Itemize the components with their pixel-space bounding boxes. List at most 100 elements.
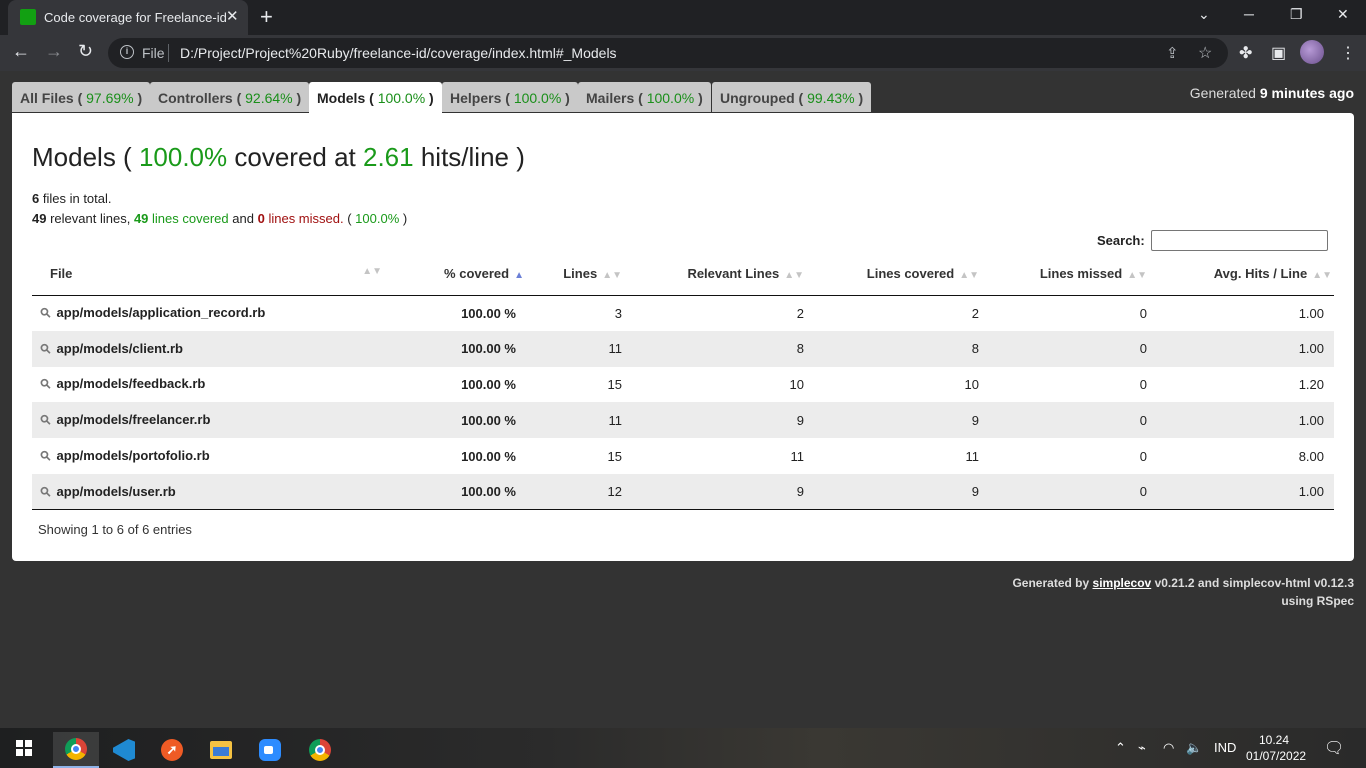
side-panel-icon[interactable]: ▣: [1271, 43, 1286, 63]
search-input[interactable]: [1151, 230, 1328, 251]
header-lines-covered[interactable]: Lines covered ▲▼: [814, 253, 989, 296]
tab-mailers[interactable]: Mailers ( 100.0% ): [578, 82, 711, 112]
cell-lines-missed: 0: [989, 402, 1157, 439]
tab-all-files[interactable]: All Files ( 97.69% ): [12, 82, 151, 112]
file-link[interactable]: ⚲ app/models/user.rb: [32, 473, 388, 511]
clock-date: 01/07/2022: [1246, 749, 1307, 763]
lines-summary: 49 relevant lines, 49 lines covered and …: [32, 211, 408, 226]
url-separator: [168, 44, 169, 62]
cell-lines-missed: 0: [989, 438, 1157, 474]
url-text[interactable]: D:/Project/Project%20Ruby/freelance-id/c…: [180, 45, 617, 61]
tab-helpers[interactable]: Helpers ( 100.0% ): [442, 82, 578, 112]
browser-toolbar: ← → ↻ i File D:/Project/Project%20Ruby/f…: [0, 35, 1366, 71]
cell-avg-hits: 8.00: [1157, 438, 1334, 474]
file-link[interactable]: ⚲ app/models/application_record.rb: [32, 295, 388, 331]
cell-lines: 15: [534, 366, 632, 403]
restore-icon[interactable]: ❐: [1290, 6, 1303, 23]
files-text: files in total.: [42, 191, 112, 206]
language-indicator[interactable]: IND: [1214, 740, 1236, 755]
sort-icon: ▲▼: [362, 266, 382, 278]
missed-text: lines missed.: [268, 211, 344, 226]
menu-icon[interactable]: ⋮: [1340, 43, 1356, 63]
tab-pct: 100.0%: [646, 90, 695, 106]
file-link[interactable]: ⚲ app/models/freelancer.rb: [32, 402, 388, 439]
close-window-icon[interactable]: ✕: [1337, 6, 1349, 23]
tray-chevron-up-icon[interactable]: ⌃: [1115, 740, 1126, 756]
taskbar-zoom[interactable]: [247, 732, 293, 768]
reload-icon[interactable]: ↻: [78, 41, 93, 62]
volume-icon[interactable]: 🔈: [1186, 740, 1202, 756]
file-name: app/models/feedback.rb: [56, 376, 206, 392]
site-info-icon[interactable]: i: [120, 45, 134, 59]
notification-icon[interactable]: 🗨: [1324, 738, 1344, 758]
clock-time: 10.24: [1258, 733, 1290, 747]
footer-line-2: using RSpec: [1281, 594, 1354, 608]
sort-icon: ▲▼: [1312, 270, 1332, 282]
windows-start-icon[interactable]: [16, 740, 32, 756]
new-tab-button[interactable]: +: [260, 4, 273, 30]
group-name: Models: [32, 142, 116, 172]
cell-lines-missed: 0: [989, 366, 1157, 403]
taskbar-postman[interactable]: ➚: [149, 732, 195, 768]
tab-controllers[interactable]: Controllers ( 92.64% ): [150, 82, 310, 112]
wifi-icon[interactable]: ◠: [1163, 740, 1174, 756]
taskbar-vscode[interactable]: [101, 732, 147, 768]
taskbar-clock[interactable]: 10.24 01/07/2022: [1246, 732, 1307, 764]
tab-search-icon[interactable]: ⌄: [1198, 6, 1210, 23]
file-link[interactable]: ⚲ app/models/client.rb: [32, 330, 388, 367]
cell-lines-covered: 2: [814, 295, 989, 331]
generated-timestamp: Generated 9 minutes ago: [1190, 85, 1354, 101]
header-lines-missed[interactable]: Lines missed ▲▼: [989, 253, 1157, 296]
zoom-icon: [259, 739, 281, 761]
browser-tab[interactable]: Code coverage for Freelance-id ✕: [8, 0, 248, 35]
tab-label: Controllers: [158, 90, 233, 106]
close-tab-icon[interactable]: ✕: [226, 7, 239, 25]
file-link[interactable]: ⚲ app/models/feedback.rb: [32, 366, 388, 403]
table-row: ⚲ app/models/application_record.rb 100.00…: [32, 295, 1334, 331]
tab-ungrouped[interactable]: Ungrouped ( 99.43% ): [712, 82, 872, 112]
share-icon[interactable]: ⇪: [1166, 44, 1179, 62]
cell-relevant: 9: [632, 473, 814, 511]
simplecov-link[interactable]: simplecov: [1093, 576, 1152, 590]
tab-label: Ungrouped: [720, 90, 795, 106]
header-file[interactable]: File ▲▼: [32, 253, 388, 296]
power-plug-icon[interactable]: ⌁: [1138, 740, 1146, 756]
magnifier-icon: ⚲: [36, 482, 55, 500]
file-name: app/models/freelancer.rb: [56, 412, 211, 428]
covered-word: covered at: [234, 142, 356, 172]
footer-line-1: Generated by simplecov v0.21.2 and simpl…: [1012, 574, 1354, 592]
header-label: Lines: [563, 266, 598, 282]
cell-avg-hits: 1.00: [1157, 473, 1334, 511]
taskbar-chrome-2[interactable]: [297, 732, 343, 768]
header-avg-hits[interactable]: Avg. Hits / Line ▲▼: [1157, 253, 1334, 296]
magnifier-icon: ⚲: [36, 304, 55, 322]
header-covered[interactable]: % covered ▲: [388, 253, 534, 296]
coverage-panel: Models ( 100.0% covered at 2.61 hits/lin…: [12, 113, 1354, 561]
tab-pct: 97.69%: [86, 90, 134, 106]
header-relevant[interactable]: Relevant Lines ▲▼: [632, 253, 814, 296]
file-link[interactable]: ⚲ app/models/portofolio.rb: [32, 438, 388, 474]
tab-models[interactable]: Models ( 100.0% ): [309, 82, 442, 113]
profile-avatar[interactable]: [1300, 40, 1324, 64]
minimize-icon[interactable]: ─: [1244, 6, 1254, 22]
coverage-table: File ▲▼ % covered ▲ Lines ▲▼ Relevant Lines…: [32, 253, 1334, 511]
magnifier-icon: ⚲: [36, 411, 55, 429]
cell-lines-covered: 11: [814, 438, 989, 474]
back-icon[interactable]: ←: [12, 41, 30, 62]
cell-covered: 100.00 %: [388, 402, 534, 439]
extensions-icon[interactable]: ✤: [1239, 43, 1252, 63]
cell-avg-hits: 1.00: [1157, 402, 1334, 439]
address-bar[interactable]: i File D:/Project/Project%20Ruby/freelan…: [108, 38, 1228, 68]
taskbar-file-explorer[interactable]: [198, 732, 244, 768]
cell-lines: 11: [534, 402, 632, 439]
missed-count: 0: [257, 211, 265, 226]
header-lines[interactable]: Lines ▲▼: [534, 253, 632, 296]
page-title: Models ( 100.0% covered at 2.61 hits/lin…: [32, 142, 525, 172]
taskbar-chrome[interactable]: [53, 732, 99, 768]
table-info: Showing 1 to 6 of 6 entries: [38, 522, 192, 537]
forward-icon[interactable]: →: [45, 41, 63, 62]
favicon-icon: [20, 9, 36, 25]
bookmark-star-icon[interactable]: ☆: [1198, 43, 1212, 63]
tab-label: Mailers: [586, 90, 635, 106]
chrome-icon: [65, 738, 87, 760]
